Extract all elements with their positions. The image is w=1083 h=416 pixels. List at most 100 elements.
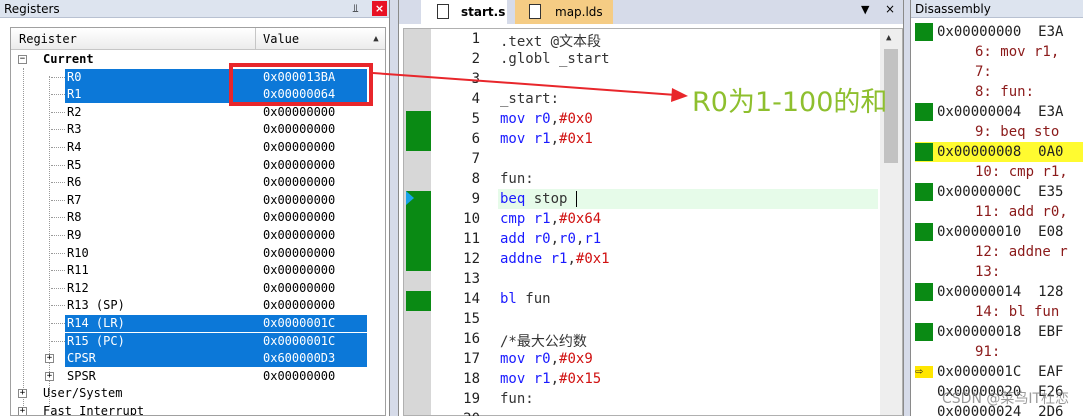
code-line[interactable]: bl fun — [500, 291, 551, 307]
code-line[interactable]: mov r0,#0x9 — [500, 351, 593, 367]
register-value: 0x00000000 — [263, 368, 336, 383]
tab-start-s[interactable]: start.s — [421, 0, 507, 24]
register-row[interactable]: R6 0x00000000 — [11, 174, 367, 191]
breakpoint-marker[interactable] — [915, 283, 933, 301]
breakpoint-gutter[interactable] — [404, 29, 431, 415]
register-row[interactable]: R2 0x00000000 — [11, 104, 367, 121]
register-row[interactable]: R3 0x00000000 — [11, 121, 367, 138]
disassembly-source-row[interactable]: 9: beq sto — [915, 122, 1083, 142]
disassembly-source-row[interactable]: 8: fun: — [915, 82, 1083, 102]
disassembly-source-row[interactable]: 7: — [915, 62, 1083, 82]
disassembly-text: 13: — [975, 264, 1001, 280]
disassembly-instruction-row[interactable]: 0x00000000 E3A — [915, 22, 1083, 42]
disassembly-instruction-row[interactable]: 0x00000004 E3A — [915, 102, 1083, 122]
column-header-register[interactable]: Register — [19, 32, 77, 46]
disassembly-source-row[interactable]: 11: add r0, — [915, 202, 1083, 222]
pc-arrow-icon: ⇨ — [915, 365, 933, 378]
register-name: R1 — [67, 87, 82, 102]
register-mode-group[interactable]: + User/System — [11, 385, 367, 402]
code-line[interactable]: mov r1,#0x1 — [500, 131, 593, 147]
breakpoint-marker[interactable] — [406, 211, 431, 231]
breakpoint-marker[interactable] — [406, 231, 431, 251]
pin-icon[interactable]: ⫫ — [348, 1, 363, 16]
disassembly-instruction-row[interactable]: 0x00000018 EBF — [915, 322, 1083, 342]
register-row[interactable]: R5 0x00000000 — [11, 157, 367, 174]
register-value: 0x00000000 — [263, 192, 336, 207]
breakpoint-marker[interactable] — [915, 323, 933, 341]
line-number: 7 — [471, 151, 480, 167]
register-row[interactable]: R4 0x00000000 — [11, 139, 367, 156]
code-line[interactable]: fun: — [500, 391, 534, 407]
tree-line — [51, 94, 65, 96]
register-row[interactable]: R15 (PC) 0x0000001C — [51, 332, 367, 350]
disassembly-instruction-row[interactable]: 0x00000014 128 — [915, 282, 1083, 302]
current-line-arrow-icon — [406, 191, 414, 205]
register-row[interactable]: R14 (LR) 0x0000001C — [51, 315, 367, 332]
disassembly-list[interactable]: 0x00000000 E3A 6: mov r1, 7: 8: fun: 0x00000… — [915, 18, 1083, 416]
breakpoint-marker[interactable] — [406, 251, 431, 271]
disassembly-source-row[interactable]: 13: — [915, 262, 1083, 282]
breakpoint-marker[interactable] — [406, 111, 431, 131]
register-row[interactable]: R13 (SP) 0x00000000 — [11, 297, 367, 314]
breakpoint-marker[interactable] — [406, 131, 431, 151]
expand-icon[interactable]: + — [45, 371, 54, 381]
expand-icon[interactable]: + — [18, 389, 27, 399]
disassembly-instruction-row[interactable]: 0x00000010 E08 — [915, 222, 1083, 242]
register-row[interactable]: R8 0x00000000 — [11, 209, 367, 226]
register-value: 0x00000000 — [263, 122, 336, 137]
disassembly-source-row[interactable]: 6: mov r1, — [915, 42, 1083, 62]
code-line[interactable]: mov r0,#0x0 — [500, 111, 593, 127]
close-icon[interactable]: × — [885, 2, 895, 16]
code-line[interactable]: addne r1,#0x1 — [500, 251, 610, 267]
collapse-icon[interactable]: − — [18, 55, 27, 64]
breakpoint-marker[interactable] — [915, 183, 933, 201]
register-mode-group[interactable]: + Fast Interrupt — [11, 403, 367, 415]
line-number: 10 — [463, 211, 480, 227]
breakpoint-marker[interactable] — [915, 223, 933, 241]
disassembly-text: 0x00000004 E3A — [937, 104, 1064, 120]
disassembly-source-row[interactable]: 91: — [915, 342, 1083, 362]
register-row[interactable]: R12 0x00000000 — [11, 280, 367, 297]
disassembly-source-row[interactable]: 10: cmp r1, — [915, 162, 1083, 182]
register-value: 0x00000000 — [263, 245, 336, 260]
register-row[interactable]: R10 0x00000000 — [11, 245, 367, 262]
disassembly-source-row[interactable]: 14: bl fun — [915, 302, 1083, 322]
register-name: User/System — [43, 386, 123, 401]
code-line[interactable]: .globl _start — [500, 51, 610, 67]
register-row[interactable]: R7 0x00000000 — [11, 192, 367, 209]
tab-map-lds[interactable]: map.lds — [515, 0, 613, 24]
tree-line — [51, 129, 65, 131]
close-icon[interactable]: × — [372, 1, 387, 16]
code-line[interactable]: _start: — [500, 91, 559, 107]
disassembly-instruction-row[interactable]: 0x00000008 0A0 — [915, 142, 1083, 162]
register-name: R8 — [67, 210, 82, 225]
line-number: 20 — [444, 411, 480, 416]
disassembly-text: 91: — [975, 344, 1001, 360]
breakpoint-marker[interactable] — [915, 103, 933, 121]
code-line[interactable]: mov r1,#0x15 — [500, 371, 601, 387]
register-row[interactable]: + CPSR 0x600000D3 — [45, 350, 367, 368]
code-line[interactable]: beq stop — [500, 191, 567, 207]
disassembly-instruction-row[interactable]: ⇨ 0x0000001C EAF — [915, 362, 1083, 382]
tab-label: start.s — [461, 5, 506, 19]
code-line[interactable]: .text @文本段 — [500, 31, 601, 51]
breakpoint-marker[interactable] — [915, 23, 933, 41]
code-line[interactable]: add r0,r0,r1 — [500, 231, 601, 247]
expand-icon[interactable]: + — [18, 407, 27, 415]
code-line[interactable]: fun: — [500, 171, 534, 187]
code-line[interactable]: cmp r1,#0x64 — [500, 211, 601, 227]
register-row[interactable]: R9 0x00000000 — [11, 227, 367, 244]
breakpoint-marker[interactable] — [406, 291, 431, 311]
disassembly-source-row[interactable]: 12: addne r — [915, 242, 1083, 262]
disassembly-instruction-row[interactable]: 0x0000000C E35 — [915, 182, 1083, 202]
register-row[interactable]: + SPSR 0x00000000 — [11, 368, 367, 385]
column-divider[interactable] — [255, 28, 256, 50]
expand-icon[interactable]: + — [45, 354, 54, 364]
register-row[interactable]: R11 0x00000000 — [11, 262, 367, 279]
chevron-down-icon[interactable]: ▼ — [861, 3, 869, 16]
scroll-up-icon[interactable]: ▲ — [369, 32, 383, 46]
scroll-up-icon[interactable]: ▲ — [886, 33, 891, 43]
code-line[interactable]: /*最大公约数 — [500, 331, 587, 351]
column-header-value[interactable]: Value — [263, 32, 299, 46]
breakpoint-marker[interactable] — [915, 143, 933, 161]
